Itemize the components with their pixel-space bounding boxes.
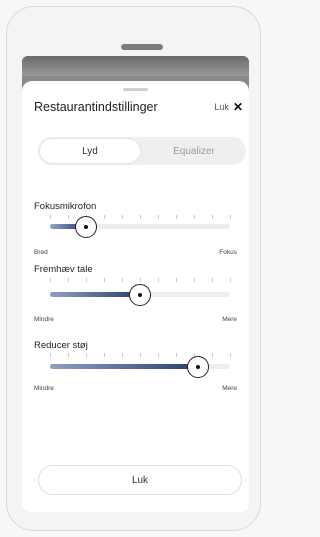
slider-tick <box>194 278 195 282</box>
slider-max-label: Mere <box>222 316 237 323</box>
slider-tick <box>68 278 69 282</box>
slider-label-fokusmikrofon: Fokusmikrofon <box>34 201 97 212</box>
speaker-grille <box>121 44 163 50</box>
slider-label-reducer-stoej: Reducer støj <box>34 340 88 351</box>
slider-tick <box>176 353 177 357</box>
slider-tick <box>104 278 105 282</box>
slider-tick <box>158 215 159 219</box>
close-button[interactable]: Luk <box>38 465 242 495</box>
sheet-title: Restaurantindstillinger <box>34 100 158 114</box>
slider-tick <box>68 353 69 357</box>
slider-tick <box>140 215 141 219</box>
slider-thumb-fremhaev-tale[interactable] <box>129 284 151 306</box>
slider-tick <box>212 215 213 219</box>
settings-sheet: Restaurantindstillinger Luk ✕ Lyd Equali… <box>22 81 249 512</box>
slider-tick <box>230 215 231 219</box>
slider-tick <box>158 353 159 357</box>
slider-max-label: Mere <box>222 385 237 392</box>
background-content <box>22 56 249 76</box>
slider-tick <box>86 353 87 357</box>
slider-tick <box>68 215 69 219</box>
slider-min-label: Mindre <box>34 385 54 392</box>
slider-tick <box>230 278 231 282</box>
slider-tick <box>86 278 87 282</box>
slider-tick <box>50 215 51 219</box>
slider-tick <box>176 215 177 219</box>
slider-min-label: Bred <box>34 249 48 256</box>
slider-tick <box>194 215 195 219</box>
slider-label-fremhaev-tale: Fremhæv tale <box>34 264 93 275</box>
tab-lyd[interactable]: Lyd <box>40 139 140 163</box>
slider-thumb-reducer-stoej[interactable] <box>186 356 209 378</box>
slider-tick <box>212 353 213 357</box>
slider-fill <box>50 364 198 369</box>
slider-thumb-fokusmikrofon[interactable] <box>75 216 97 238</box>
close-link[interactable]: Luk ✕ <box>214 101 243 113</box>
slider-tick <box>176 278 177 282</box>
slider-tick <box>50 353 51 357</box>
slider-max-label: Fokus <box>219 249 237 256</box>
slider-tick <box>140 278 141 282</box>
slider-tick <box>140 353 141 357</box>
slider-tick <box>158 278 159 282</box>
slider-min-label: Mindre <box>34 316 54 323</box>
tab-equalizer[interactable]: Equalizer <box>144 139 244 163</box>
slider-tick <box>122 215 123 219</box>
segmented-control: Lyd Equalizer <box>38 137 246 165</box>
close-label: Luk <box>214 102 229 112</box>
slider-fill <box>50 292 140 297</box>
slider-tick <box>104 353 105 357</box>
slider-tick <box>230 353 231 357</box>
slider-tick <box>50 278 51 282</box>
slider-tick <box>104 215 105 219</box>
slider-tick <box>122 278 123 282</box>
sheet-grabber[interactable] <box>123 88 148 91</box>
close-icon[interactable]: ✕ <box>233 101 243 113</box>
slider-tick <box>212 278 213 282</box>
slider-tick <box>122 353 123 357</box>
